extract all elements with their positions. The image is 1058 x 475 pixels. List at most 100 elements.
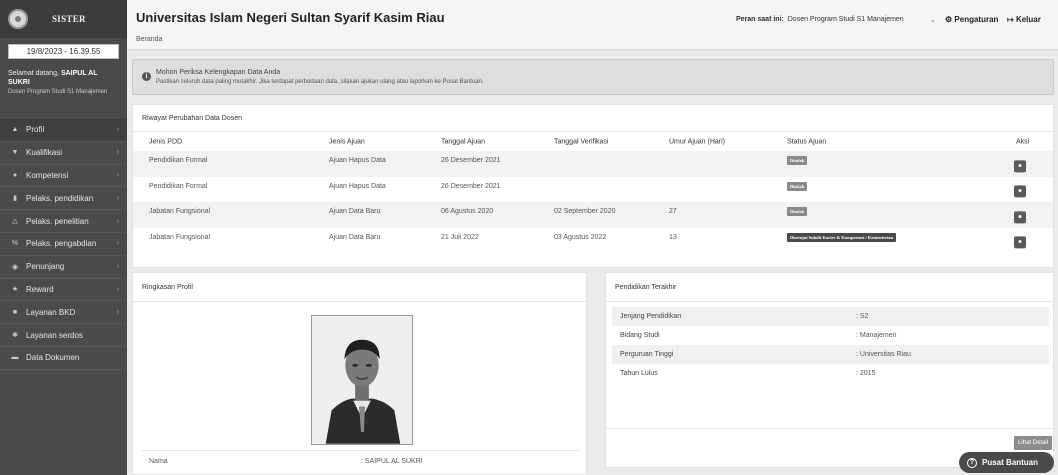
name-value: : SAIPUL AL SUKRI [361,458,423,465]
cell-jenis-pdd: Jabatan Fungsional [149,208,211,215]
sidebar-item-label: Pelaks. pengabdian [26,239,97,249]
status-badge: Ditolak [787,181,808,191]
cell-status: Ditolak [787,181,808,191]
sidebar-item-kualifikasi[interactable]: ▼ Kualifikasi › [0,142,127,165]
info-value: : 2015 [856,370,876,377]
university-logo-icon [8,9,28,29]
column-header: Umur Ajuan (Hari) [669,138,726,145]
info-label: Tahun Lulus [620,370,658,377]
breadcrumb[interactable]: Beranda [136,36,162,43]
greeting: Selamat datang, SAIPUL AL SUKRI [8,69,119,87]
sidebar-item-kompetensi[interactable]: ● Kompetensi › [0,165,127,188]
data-completeness-alert: i Mohon Periksa Kelengkapan Data Anda Pa… [132,59,1054,95]
percent-icon: % [11,240,19,248]
cell-jenis-ajuan: Ajuan Hapus Data [329,157,386,164]
flask-icon: △ [12,218,18,226]
question-icon: ? [967,457,977,468]
column-header: Aksi [1016,138,1030,145]
help-center-button[interactable]: ? Pusat Bantuan [959,452,1054,473]
info-label: Jenjang Pendidikan [620,313,682,320]
sidebar-item-reward[interactable]: ★ Reward › [0,279,127,302]
settings-label: Pengaturan [954,15,999,24]
trophy-icon: ★ [11,286,19,294]
cell-jenis-ajuan: Ajuan Hapus Data [329,182,386,190]
table-row: Jabatan Fungsional Ajuan Data Baru 21 Ju… [133,228,1053,254]
cell-tanggal-ajuan: 21 Juli 2022 [441,233,479,241]
riwayat-card: Riwayat Perubahan Data Dosen Jenis PDD J… [132,104,1054,268]
detail-button[interactable]: ● [1014,236,1026,249]
divider [142,450,579,451]
sidebar-item-label: Pelaks. penelitian [26,216,89,226]
divider [133,301,586,302]
cell-tanggal-ajuan: 26 Desember 2021 [441,182,501,190]
sidebar-item-pelaks-penelitian[interactable]: △ Pelaks. penelitian › [0,210,127,233]
top-header: Universitas Islam Negeri Sultan Syarif K… [127,0,1058,50]
info-row: Bidang Studi : Manajemen [612,326,1049,345]
car-icon: ■ [12,308,18,316]
sidebar-item-label: Reward [26,284,54,294]
cell-tanggal-ajuan: 06 Agustus 2020 [441,208,494,215]
table-row: Pendidikan Formal Ajuan Hapus Data 26 De… [133,177,1053,203]
sidebar-item-label: Data Dokumen [26,353,80,363]
sidebar-brand[interactable]: SISTER [0,0,127,38]
detail-button[interactable]: ● [1014,211,1026,224]
cell-jenis-pdd: Pendidikan Formal [149,157,208,164]
user-info: Selamat datang, SAIPUL AL SUKRI Dosen Pr… [0,61,127,105]
datetime-display: 19/8/2023 - 16.39.55 [8,44,119,59]
chevron-right-icon: › [116,194,119,202]
sidebar-item-label: Penunjang [26,262,65,272]
sidebar-item-label: Profil [26,125,45,135]
column-header: Tanggal Ajuan [441,138,485,145]
detail-button[interactable]: ● [1014,185,1026,198]
cell-tanggal-verifikasi: 03 Agustus 2022 [554,233,607,241]
chevron-right-icon: › [116,171,119,179]
view-detail-button[interactable]: Lihat Detail [1014,436,1053,450]
cell-jenis-pdd: Jabatan Fungsional [149,233,211,241]
sidebar-item-layanan-serdos[interactable]: ✱ Layanan serdos [0,324,127,347]
info-row: Perguruan Tinggi : Universitas Riau [612,345,1049,364]
table-row: Pendidikan Formal Ajuan Hapus Data 26 De… [133,151,1053,177]
info-row: Tahun Lulus : 2015 [612,364,1049,383]
users-icon: ● [12,171,18,179]
user-role: Dosen Program Studi S1 Manajemen [8,89,108,95]
cell-umur: 13 [669,233,677,241]
sidebar-item-data-dokumen[interactable]: ▬ Data Dokumen [0,347,127,370]
profil-card: Ringkasan Profil Nama : SAIPUL AL SUKRI [132,272,587,475]
user-icon: ▲ [11,126,19,134]
riwayat-table: Jenis PDD Jenis Ajuan Tanggal Ajuan Tang… [133,132,1053,253]
alert-body: Pastikan seluruh data paling mutakhir. J… [156,79,484,85]
detail-button[interactable]: ● [1014,160,1026,173]
circle-icon: ◉ [11,263,19,271]
alert-title: Mohon Periksa Kelengkapan Data Anda [156,69,281,76]
pendidikan-card: Pendidikan Terakhir Jenjang Pendidikan :… [605,272,1054,468]
cell-status: Ditolak [787,156,808,165]
status-badge: Disetujui Subdit Karier & Kompetensi / K… [787,232,897,242]
column-header: Tanggal Verifikasi [554,138,609,145]
info-icon: i [142,72,151,81]
info-value: : Manajemen [856,332,897,339]
sidebar-item-label: Layanan serdos [26,330,83,340]
chevron-down-icon[interactable]: ⌄ [930,16,936,24]
column-header: Status Ajuan [787,138,827,145]
greeting-prefix: Selamat datang, [8,70,61,77]
sidebar-item-penunjang[interactable]: ◉ Penunjang › [0,256,127,279]
chevron-right-icon: › [116,263,119,271]
role-selector[interactable]: Peran saat ini: Dosen Program Studi S1 M… [736,16,904,23]
role-label: Peran saat ini: [736,16,784,23]
sidebar-item-pelaks-pengabdian[interactable]: % Pelaks. pengabdian › [0,233,127,256]
table-row: Jabatan Fungsional Ajuan Data Baru 06 Ag… [133,202,1053,228]
logout-button[interactable]: ↦ Keluar [1007,15,1041,24]
settings-button[interactable]: ⚙ Pengaturan [945,15,998,24]
sidebar-item-label: Kompetensi [26,170,69,180]
sidebar-item-pelaks-pendidikan[interactable]: ▮ Pelaks. pendidikan › [0,187,127,211]
status-badge: Ditolak [787,207,808,216]
gear-icon: ✱ [12,332,18,340]
sidebar-item-label: Pelaks. pendidikan [26,193,94,203]
sidebar-item-label: Kualifikasi [26,148,63,158]
divider [606,301,1053,302]
card-title: Ringkasan Profil [142,284,193,291]
sidebar-item-label: Layanan BKD [26,307,76,317]
sidebar-item-layanan-bkd[interactable]: ■ Layanan BKD › [0,301,127,325]
sidebar-item-profil[interactable]: ▲ Profil › [0,119,127,142]
cell-jenis-ajuan: Ajuan Data Baru [329,208,381,215]
